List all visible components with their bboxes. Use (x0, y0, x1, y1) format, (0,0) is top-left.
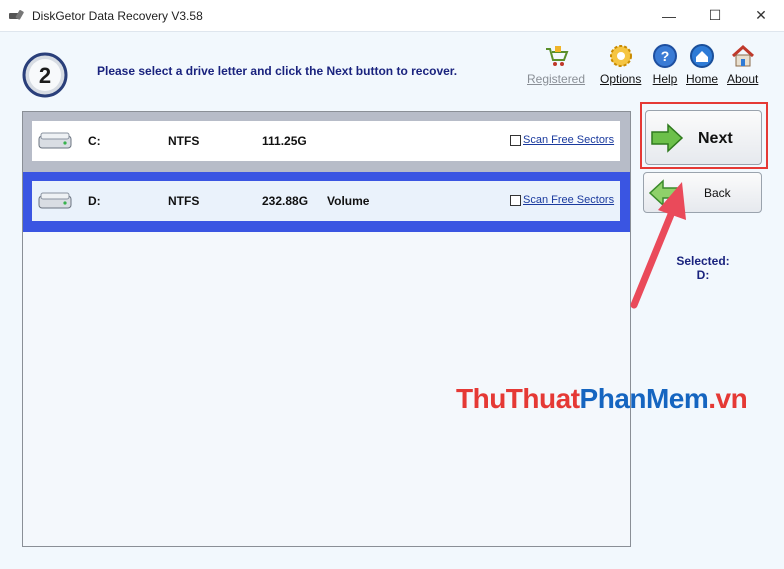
scan-free-sectors-c[interactable]: Scan Free Sectors (510, 134, 614, 146)
drive-row-d[interactable]: D: NTFS 232.88G Volume Scan Free Sectors (23, 172, 630, 232)
window-title: DiskGetor Data Recovery V3.58 (32, 9, 203, 23)
minimize-button[interactable]: — (646, 0, 692, 31)
drive-row-c-content[interactable]: C: NTFS 111.25G Scan Free Sectors (32, 121, 620, 161)
drive-filesystem: NTFS (168, 134, 200, 148)
instruction-text: Please select a drive letter and click t… (97, 64, 458, 78)
scan-checkbox[interactable] (510, 194, 521, 206)
registered-label: Registered (527, 72, 586, 86)
scan-label[interactable]: Scan Free Sectors (523, 194, 614, 206)
drive-label: Volume (327, 194, 370, 208)
drive-filesystem: NTFS (168, 194, 200, 208)
maximize-button[interactable]: ☐ (692, 0, 738, 31)
title-bar: DiskGetor Data Recovery V3.58 — ☐ ✕ (0, 0, 784, 31)
watermark-part2: PhanMem (579, 383, 709, 414)
drive-list[interactable]: C: NTFS 111.25G Scan Free Sectors D: NTF… (22, 111, 631, 547)
help-icon: ? (653, 44, 677, 68)
hard-drive-icon (38, 132, 72, 149)
hard-drive-icon (38, 192, 72, 209)
watermark-part3: .vn (708, 383, 748, 414)
selected-value: D: (696, 268, 710, 282)
drive-size: 232.88G (262, 194, 309, 208)
next-button[interactable]: Next (645, 110, 762, 165)
home-label: Home (686, 72, 719, 86)
help-link[interactable]: ? Help (652, 43, 678, 86)
app-icon (9, 10, 24, 20)
gear-icon (609, 45, 632, 67)
selected-label: Selected: (676, 254, 730, 268)
drive-letter: C: (88, 134, 101, 148)
svg-text:?: ? (661, 48, 670, 64)
registered-link[interactable]: Registered (527, 43, 585, 86)
about-label: About (727, 72, 759, 86)
watermark: ThuThuatPhanMem.vn (456, 383, 748, 415)
drive-row-d-content[interactable]: D: NTFS 232.88G Volume Scan Free Sectors (32, 181, 620, 221)
home-icon (690, 44, 714, 68)
home-link[interactable]: Home (686, 43, 718, 86)
selected-drive-indicator: Selected: D: (665, 254, 741, 282)
next-label: Next (698, 130, 733, 147)
close-button[interactable]: ✕ (738, 0, 784, 31)
house-about-icon (731, 44, 754, 67)
options-label: Options (600, 72, 642, 86)
svg-text:2: 2 (39, 63, 51, 88)
annotation-arrow (630, 182, 686, 309)
help-label: Help (652, 72, 678, 86)
scan-free-sectors-d[interactable]: Scan Free Sectors (510, 194, 614, 206)
cart-icon (546, 46, 569, 66)
step-number-badge: 2 (22, 52, 68, 98)
drive-letter: D: (88, 194, 101, 208)
arrow-right-icon (651, 123, 684, 153)
scan-checkbox[interactable] (510, 134, 521, 146)
drive-row-c[interactable]: C: NTFS 111.25G Scan Free Sectors (23, 112, 630, 172)
options-link[interactable]: Options (600, 43, 641, 86)
drive-size: 111.25G (262, 134, 307, 148)
top-links: Registered Options ? Help Home About (520, 43, 770, 88)
scan-label[interactable]: Scan Free Sectors (523, 134, 614, 146)
watermark-part1: ThuThuat (456, 383, 580, 414)
about-link[interactable]: About (727, 43, 758, 86)
